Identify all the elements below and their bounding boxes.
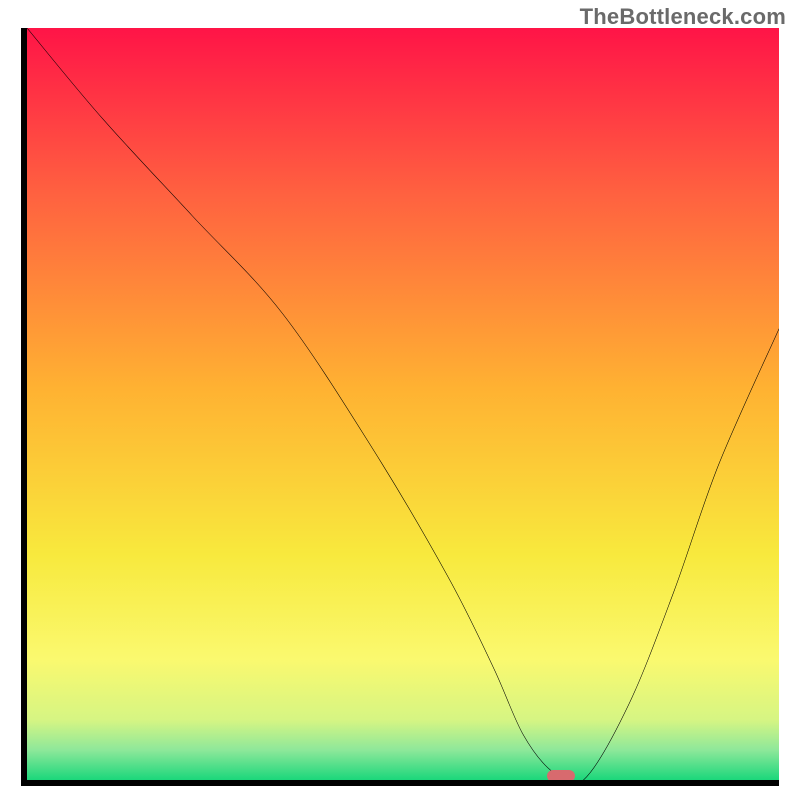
chart-container: TheBottleneck.com xyxy=(0,0,800,800)
optimal-point-marker xyxy=(547,770,575,782)
bottleneck-curve xyxy=(27,28,779,780)
plot-frame xyxy=(21,28,779,786)
watermark-label: TheBottleneck.com xyxy=(580,4,786,30)
